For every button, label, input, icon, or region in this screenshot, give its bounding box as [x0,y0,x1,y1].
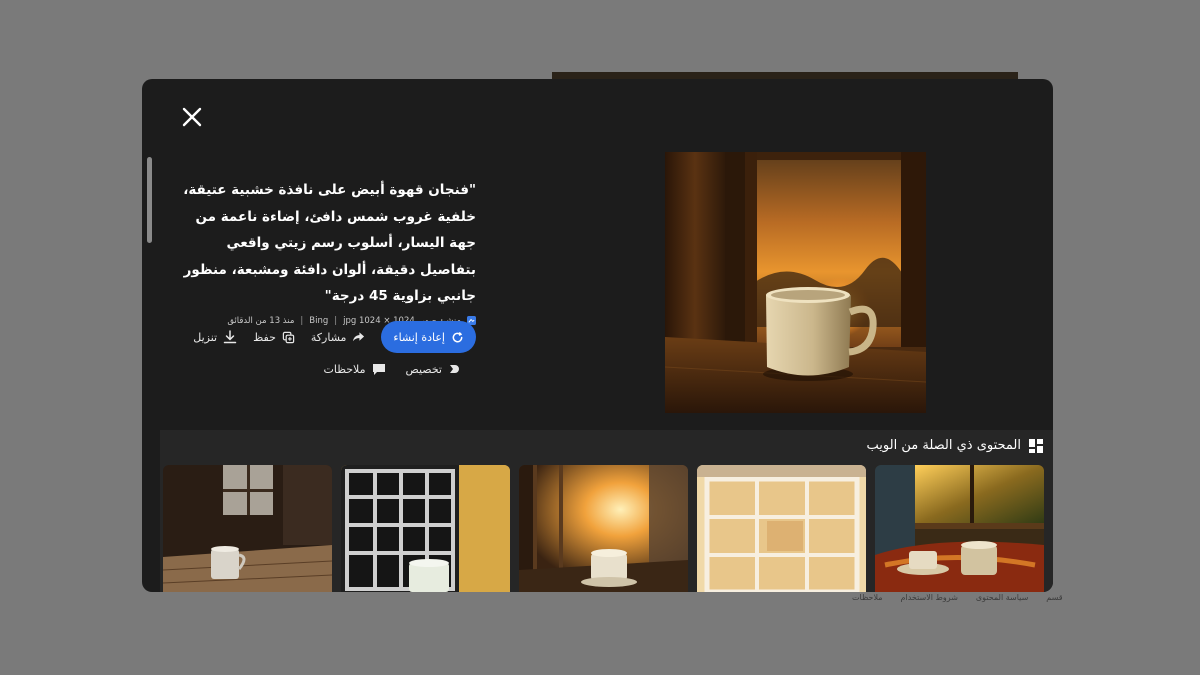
related-title-text: المحتوى ذي الصلة من الويب [866,438,1021,453]
related-thumbnail[interactable] [163,465,332,592]
comment-icon [372,363,385,375]
scrollbar-thumb[interactable] [147,157,152,243]
close-button[interactable] [178,103,206,131]
save-label: حفظ [253,330,276,344]
save-collection-icon [282,331,295,343]
customize-button[interactable]: تخصيص [406,363,461,376]
footer-link-section[interactable]: قسم [1046,593,1062,602]
share-label: مشاركة [310,330,347,344]
image-detail-modal: "فنجان قهوة أبيض على نافذة خشبية عتيقة، … [142,79,1053,592]
feedback-button[interactable]: ملاحظات [324,363,386,376]
share-icon [353,332,365,342]
related-thumbnail[interactable] [519,465,688,592]
download-button[interactable]: تنزيل [193,330,237,344]
grid-layout-icon [1029,438,1043,453]
regenerate-button[interactable]: إعادة إنشاء [381,321,476,353]
close-icon [182,107,202,127]
footer-link-terms[interactable]: شروط الاستخدام [901,593,958,602]
prompt-section: "فنجان قهوة أبيض على نافذة خشبية عتيقة، … [172,177,476,326]
download-label: تنزيل [193,330,218,344]
designer-icon [450,365,459,373]
footer-link-content-policy[interactable]: سياسة المحتوى [976,593,1028,602]
share-button[interactable]: مشاركة [311,331,366,344]
related-thumbnail[interactable] [875,465,1044,592]
background-footer: ملاحظات شروط الاستخدام سياسة المحتوى قسم [138,590,1063,604]
footer-link-feedback[interactable]: ملاحظات [852,593,883,602]
prompt-text: "فنجان قهوة أبيض على نافذة خشبية عتيقة، … [183,182,476,304]
download-icon [223,330,237,344]
feedback-label: ملاحظات [323,362,366,376]
related-web-content: المحتوى ذي الصلة من الويب [160,430,1053,592]
generated-image[interactable] [665,152,926,413]
secondary-actions: تخصيص ملاحظات [320,359,460,379]
related-title: المحتوى ذي الصلة من الويب [867,438,1043,453]
related-thumbnail[interactable] [341,465,510,592]
customize-label: تخصيص [405,362,443,376]
related-thumbnail[interactable] [697,465,866,592]
refresh-icon [452,331,463,342]
save-button[interactable]: حفظ [253,331,295,344]
regenerate-label: إعادة إنشاء [393,330,445,344]
primary-actions: إعادة إنشاء مشاركة حفظ تنزيل [190,321,476,353]
